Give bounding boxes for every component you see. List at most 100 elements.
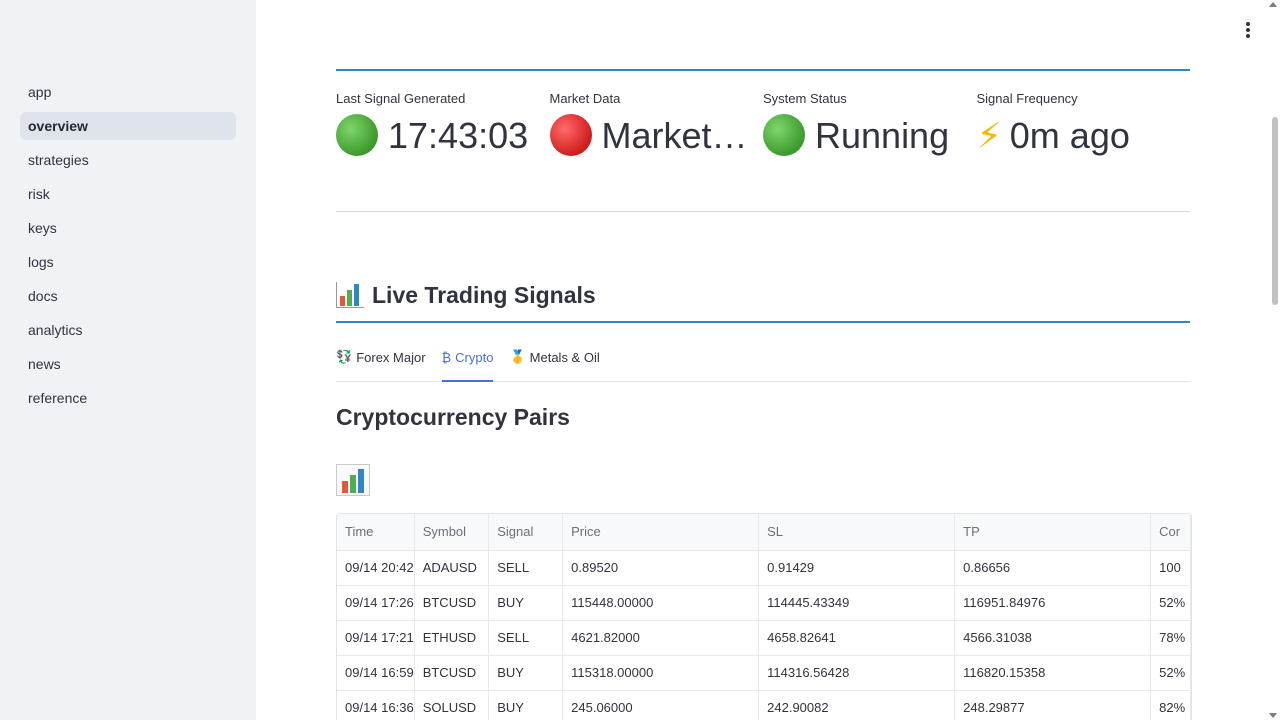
- metric-value-text: 17:43:03: [388, 115, 529, 156]
- tab-bar: 💱 Forex Major ₿ Crypto 🥇 Metals & Oil: [336, 342, 1190, 382]
- metric-label: Signal Frequency: [976, 91, 1078, 106]
- column-header-confidence[interactable]: Cor: [1150, 514, 1191, 551]
- sidebar-item-strategies[interactable]: strategies: [20, 146, 236, 174]
- medal-icon: 🥇: [509, 350, 526, 365]
- signals-table[interactable]: Time Symbol Signal Price SL TP Cor 09/14…: [336, 513, 1192, 720]
- table-cell[interactable]: 52%: [1150, 655, 1191, 691]
- table-cell[interactable]: SOLUSD: [414, 690, 490, 720]
- sidebar-item-risk[interactable]: risk: [20, 180, 236, 208]
- red-circle-icon: [549, 114, 592, 156]
- table-row: 09/14 16:59 BTCUSD BUY 115318.00000 1143…: [337, 655, 1191, 691]
- metrics-row: Last Signal Generated 17:43:03 Market Da…: [336, 90, 1190, 159]
- table-cell[interactable]: BUY: [488, 690, 564, 720]
- column-header-tp[interactable]: TP: [954, 514, 1152, 551]
- tab-label: Forex Major: [356, 350, 426, 365]
- menu-dot-icon: [1246, 22, 1250, 26]
- table-cell[interactable]: 78%: [1150, 620, 1191, 656]
- table-cell[interactable]: 248.29877: [954, 690, 1152, 720]
- table-cell[interactable]: BUY: [488, 655, 564, 691]
- table-cell[interactable]: 09/14 17:26: [337, 585, 415, 621]
- table-cell[interactable]: 100: [1150, 550, 1191, 586]
- table-cell[interactable]: 82%: [1150, 690, 1191, 720]
- table-cell[interactable]: 245.06000: [562, 690, 760, 720]
- table-cell[interactable]: 4566.31038: [954, 620, 1152, 656]
- main-menu-button[interactable]: [1240, 20, 1256, 40]
- sidebar-item-analytics[interactable]: analytics: [20, 316, 236, 344]
- table-cell[interactable]: 114445.43349: [758, 585, 956, 621]
- metric-label: Last Signal Generated: [336, 91, 466, 106]
- column-header-symbol[interactable]: Symbol: [414, 514, 490, 551]
- table-cell[interactable]: 0.86656: [954, 550, 1152, 586]
- table-cell[interactable]: 09/14 17:21: [337, 620, 415, 656]
- tab-metals-oil[interactable]: 🥇 Metals & Oil: [509, 342, 599, 382]
- table-cell[interactable]: 116951.84976: [954, 585, 1152, 621]
- table-cell[interactable]: SELL: [488, 550, 564, 586]
- sidebar-item-app[interactable]: app: [20, 78, 236, 106]
- table-cell[interactable]: 4658.82641: [758, 620, 956, 656]
- green-circle-icon: [763, 114, 805, 156]
- tab-crypto[interactable]: ₿ Crypto: [441, 342, 494, 382]
- sidebar-item-docs[interactable]: docs: [20, 282, 236, 310]
- sidebar-item-keys[interactable]: keys: [20, 214, 236, 242]
- metric-system-status: System Status Running: [763, 90, 977, 159]
- table-cell[interactable]: ADAUSD: [414, 550, 490, 586]
- bar-chart-icon: [336, 282, 364, 308]
- column-header-price[interactable]: Price: [562, 514, 760, 551]
- metric-last-signal: Last Signal Generated 17:43:03: [336, 90, 550, 159]
- table-cell[interactable]: BUY: [488, 585, 564, 621]
- metric-signal-frequency: Signal Frequency ⚡ 0m ago: [977, 90, 1191, 159]
- table-cell[interactable]: ETHUSD: [414, 620, 490, 656]
- scrollbar[interactable]: [1266, 0, 1280, 720]
- section-title: Live Trading Signals: [336, 279, 596, 311]
- table-cell[interactable]: 0.91429: [758, 550, 956, 586]
- table-cell[interactable]: 242.90082: [758, 690, 956, 720]
- sidebar-item-news[interactable]: news: [20, 350, 236, 378]
- table-row: 09/14 20:42 ADAUSD SELL 0.89520 0.91429 …: [337, 550, 1191, 586]
- sidebar-item-reference[interactable]: reference: [20, 384, 236, 412]
- scroll-down-arrow-icon[interactable]: [1269, 713, 1277, 718]
- sidebar-item-overview[interactable]: overview: [20, 112, 236, 140]
- menu-dot-icon: [1246, 34, 1250, 38]
- tab-forex-major[interactable]: 💱 Forex Major: [336, 342, 426, 382]
- table-cell[interactable]: SELL: [488, 620, 564, 656]
- sidebar-nav: app overview strategies risk keys logs d…: [20, 78, 236, 418]
- metric-value-text: Market …: [601, 115, 750, 156]
- table-cell[interactable]: 0.89520: [562, 550, 760, 586]
- top-divider: [336, 69, 1190, 71]
- scroll-up-arrow-icon[interactable]: [1269, 2, 1277, 7]
- table-cell[interactable]: 09/14 16:59: [337, 655, 415, 691]
- column-header-sl[interactable]: SL: [758, 514, 956, 551]
- table-row: 09/14 16:36 SOLUSD BUY 245.06000 242.900…: [337, 690, 1191, 720]
- table-cell[interactable]: 4621.82000: [562, 620, 760, 656]
- metric-market-data: Market Data Market …: [549, 90, 764, 159]
- main-content: Last Signal Generated 17:43:03 Market Da…: [336, 0, 1192, 720]
- metric-value: 17:43:03: [336, 114, 536, 158]
- metric-value: ⚡ 0m ago: [977, 114, 1177, 159]
- table-row: 09/14 17:26 BTCUSD BUY 115448.00000 1144…: [337, 585, 1191, 621]
- sidebar-item-logs[interactable]: logs: [20, 248, 236, 276]
- table-cell[interactable]: BTCUSD: [414, 585, 490, 621]
- table-cell[interactable]: 09/14 16:36: [337, 690, 415, 720]
- scrollbar-thumb[interactable]: [1272, 117, 1278, 305]
- green-circle-icon: [336, 114, 378, 156]
- metric-value: Running: [763, 114, 963, 158]
- table-cell[interactable]: 115318.00000: [562, 655, 760, 691]
- sidebar: app overview strategies risk keys logs d…: [0, 0, 256, 720]
- column-header-time[interactable]: Time: [337, 514, 415, 551]
- table-cell[interactable]: 116820.15358: [954, 655, 1152, 691]
- tab-label: Crypto: [455, 350, 494, 365]
- table-cell[interactable]: 115448.00000: [562, 585, 760, 621]
- table-cell[interactable]: 09/14 20:42: [337, 550, 415, 586]
- bar-chart-icon: [336, 464, 370, 496]
- table-cell[interactable]: 114316.56428: [758, 655, 956, 691]
- table-cell[interactable]: 52%: [1150, 585, 1191, 621]
- table-cell[interactable]: BTCUSD: [414, 655, 490, 691]
- table-header-row: Time Symbol Signal Price SL TP Cor: [337, 514, 1191, 551]
- subsection-title: Cryptocurrency Pairs: [336, 404, 570, 430]
- column-header-signal[interactable]: Signal: [488, 514, 564, 551]
- tab-label: Metals & Oil: [529, 350, 600, 365]
- metric-label: Market Data: [549, 91, 621, 106]
- currency-exchange-icon: 💱: [336, 350, 353, 365]
- table-row: 09/14 17:21 ETHUSD SELL 4621.82000 4658.…: [337, 620, 1191, 656]
- bitcoin-icon: ₿: [441, 351, 452, 366]
